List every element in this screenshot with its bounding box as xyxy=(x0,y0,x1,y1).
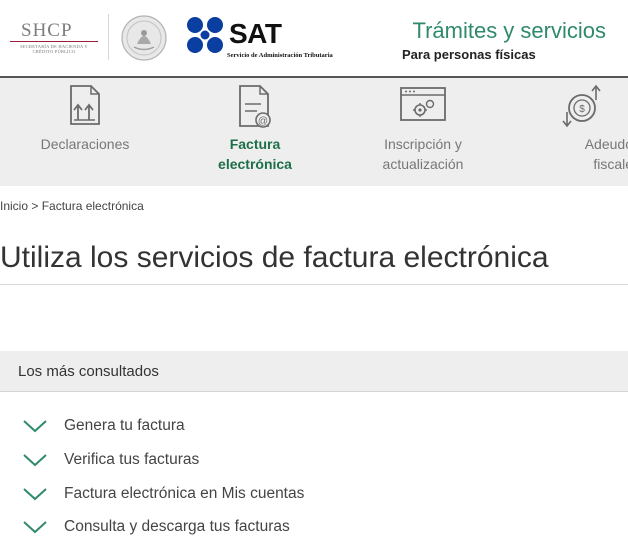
nav-item-declaraciones[interactable]: Declaraciones xyxy=(20,78,150,186)
declaraciones-document-icon xyxy=(70,85,100,125)
sat-logo-icon[interactable] xyxy=(186,16,226,56)
most-consulted-header: Los más consultados xyxy=(0,351,628,392)
title-divider xyxy=(0,284,628,285)
chevron-down-icon xyxy=(23,488,47,501)
header-subtitle: Para personas físicas xyxy=(402,47,536,62)
chevron-down-icon xyxy=(23,420,47,433)
most-consulted-header-label: Los más consultados xyxy=(18,363,159,380)
site-header: SHCP SECRETARÍA DE HACIENDA Y CRÉDITO PÚ… xyxy=(0,0,628,76)
breadcrumb: Inicio > Factura electrónica xyxy=(0,199,144,213)
shcp-logo-title: SHCP xyxy=(21,20,73,41)
nav-item-factura-line1: Factura xyxy=(229,136,281,152)
factura-email-document-icon: @ xyxy=(239,85,271,128)
accordion-item-label: Consulta y descarga tus facturas xyxy=(64,518,290,535)
nav-item-inscripcion-line2: actualización xyxy=(382,156,464,172)
nav-item-adeudos-label: Adeudos fiscales xyxy=(528,134,628,174)
breadcrumb-separator: > xyxy=(28,199,42,213)
chevron-down-icon xyxy=(23,454,47,467)
header-title: Trámites y servicios xyxy=(412,18,606,43)
main-nav: Declaraciones @ Factura electrónica Insc… xyxy=(0,76,628,186)
nav-item-adeudos-line1: Adeudos xyxy=(584,136,628,152)
page-title: Utiliza los servicios de factura electró… xyxy=(0,241,549,274)
shcp-logo[interactable]: SHCP SECRETARÍA DE HACIENDA Y CRÉDITO PÚ… xyxy=(4,8,98,56)
accordion-item-mis-cuentas[interactable]: Factura electrónica en Mis cuentas xyxy=(22,481,582,507)
shcp-logo-rule xyxy=(10,41,98,42)
shcp-logo-subtitle: SECRETARÍA DE HACIENDA Y CRÉDITO PÚBLICO xyxy=(20,44,88,54)
nav-item-factura-electronica-label: Factura electrónica xyxy=(190,134,320,174)
accordion-item-consulta-descarga[interactable]: Consulta y descarga tus facturas xyxy=(22,514,582,540)
inscripcion-browser-gear-icon xyxy=(400,87,446,121)
svg-text:$: $ xyxy=(579,104,585,115)
accordion-item-verifica-facturas[interactable]: Verifica tus facturas xyxy=(22,447,582,473)
adeudos-coin-arrows-icon: $ xyxy=(562,84,601,128)
chevron-down-icon xyxy=(23,521,47,534)
accordion-item-label: Genera tu factura xyxy=(64,417,185,434)
nav-item-adeudos-fiscales[interactable]: $ Adeudos fiscales xyxy=(528,78,628,186)
national-seal-icon xyxy=(121,15,167,61)
nav-item-inscripcion-label: Inscripción y actualización xyxy=(358,134,488,174)
nav-item-factura-line2: electrónica xyxy=(218,156,292,172)
nav-item-declaraciones-line1: Declaraciones xyxy=(40,136,130,152)
sat-logo-subtitle: Servicio de Administración Tributaria xyxy=(227,52,333,59)
breadcrumb-home-link[interactable]: Inicio xyxy=(0,199,28,213)
nav-item-declaraciones-label: Declaraciones xyxy=(20,134,150,154)
accordion-item-label: Factura electrónica en Mis cuentas xyxy=(64,485,305,502)
accordion-item-genera-factura[interactable]: Genera tu factura xyxy=(22,413,582,439)
breadcrumb-current: Factura electrónica xyxy=(41,199,144,213)
nav-item-factura-electronica[interactable]: @ Factura electrónica xyxy=(190,78,320,186)
nav-item-inscripcion-line1: Inscripción y xyxy=(384,136,462,152)
header-divider xyxy=(108,14,109,60)
nav-item-adeudos-line2: fiscales xyxy=(593,156,628,172)
svg-text:@: @ xyxy=(258,116,268,127)
nav-item-inscripcion-actualizacion[interactable]: Inscripción y actualización xyxy=(358,78,488,186)
accordion-item-label: Verifica tus facturas xyxy=(64,451,200,468)
sat-logo-word: SAT xyxy=(229,18,282,49)
